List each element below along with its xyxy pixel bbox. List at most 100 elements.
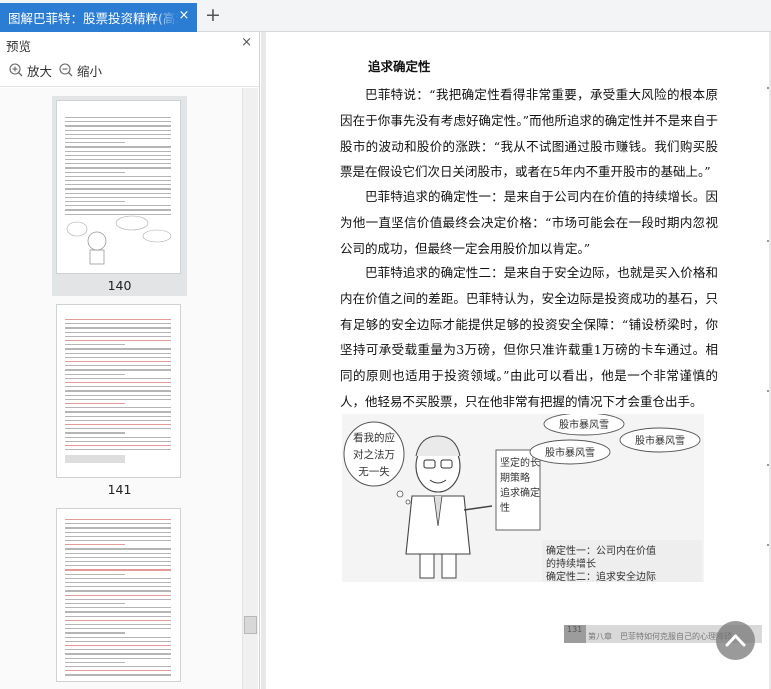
thumbnail-text-line xyxy=(65,205,171,207)
thumbnail-text-line xyxy=(65,365,171,367)
chevron-up-icon xyxy=(725,634,746,647)
thumbnail-text-line xyxy=(65,373,125,375)
thumbnail-text-line xyxy=(65,386,171,388)
bubble-line: 无一失 xyxy=(358,465,390,478)
strategy-line: 期策略 xyxy=(500,471,530,484)
thumbnail-text-line xyxy=(65,382,171,384)
document-page: 追求确定性 巴菲特说：“我把确定性看得非常重要，承受重大风险的根本原因在于你事先… xyxy=(266,32,769,689)
thumbnail-text-line xyxy=(65,607,171,609)
thumbnail-text-line xyxy=(65,436,171,438)
thumbnail-illustration xyxy=(66,215,172,265)
thumbnail-text-line xyxy=(65,184,171,186)
thumbnail-text-line xyxy=(65,133,171,136)
thumbnail-list: 140 141 142 xyxy=(0,88,242,689)
document-viewer[interactable]: 追求确定性 巴菲特说：“我把确定性看得非常重要，承受重大风险的根本原因在于你事先… xyxy=(261,32,771,689)
chapter-title: 第八章 巴菲特如何克服自己的心理障碍 xyxy=(588,631,732,641)
thumbnail-text-line xyxy=(65,674,171,676)
thumbnail-text-line xyxy=(65,670,171,672)
thumbnail-text-line xyxy=(65,415,171,417)
thumbnail-text-line xyxy=(65,577,171,580)
thumbnail-text-line xyxy=(65,432,125,434)
thumbnail-text-line xyxy=(65,440,171,443)
thumbnail-text-line xyxy=(65,411,171,413)
strategy-line: 追求确定 xyxy=(500,486,540,499)
thumbnail-text-line xyxy=(65,640,171,643)
thumbnail-text-line xyxy=(65,319,171,321)
zoom-out-button[interactable]: 缩小 xyxy=(59,60,102,80)
preview-panel: 预览 × 放大 缩小 140 141 xyxy=(0,32,260,689)
section-heading: 追求确定性 xyxy=(368,59,431,74)
zoom-in-label: 放大 xyxy=(27,63,53,79)
close-preview-icon[interactable]: × xyxy=(241,35,252,50)
thumbnail-text-line xyxy=(65,344,125,346)
thumbnail-text-line xyxy=(65,348,171,350)
thumbnail-text-line xyxy=(65,535,171,538)
thumbnail-text-line xyxy=(65,213,171,215)
thumbnail-text-line xyxy=(65,586,171,588)
scroll-marker xyxy=(767,544,769,546)
page-thumbnail[interactable]: 142 xyxy=(52,504,187,689)
thumbnail-text-line xyxy=(65,619,171,622)
thumbnail-text-line xyxy=(65,636,171,638)
thumbnail-text-line xyxy=(65,331,171,333)
thumbnail-text-line xyxy=(65,196,171,199)
thumbnail-text-line xyxy=(65,154,171,157)
thumbnail-text-line xyxy=(65,632,125,634)
scroll-marker xyxy=(767,240,769,242)
tab-bar: 图解巴菲特：股票投资精粹(高清 × + xyxy=(0,0,771,32)
thumbnail-text-line xyxy=(65,666,171,668)
thumbnail-image-block xyxy=(65,455,125,463)
thumbnail-text-line xyxy=(65,142,125,144)
preview-header: 预览 × xyxy=(0,32,260,54)
thumbnail-text-line xyxy=(65,209,171,211)
thumbnail-text-line xyxy=(65,138,171,140)
thumbnail-page-number: 141 xyxy=(107,482,132,497)
thumbnail-text-line xyxy=(65,419,171,422)
thumbnail-text-line xyxy=(65,611,171,613)
thumbnail-text-line xyxy=(65,531,171,533)
thumbnail-text-line xyxy=(65,449,171,451)
thumbnail-text-line xyxy=(65,129,171,131)
scroll-marker xyxy=(767,464,769,466)
thumbnail-text-line xyxy=(65,150,171,152)
thumbnail-text-line xyxy=(65,540,171,542)
paragraph: 巴菲特追求的确定性一：是来自于公司内在价值的持续增长。因为他一直坚信价值最终会决… xyxy=(340,189,718,256)
thumbnail-text-line xyxy=(65,352,171,354)
thumbnail-text-line xyxy=(65,582,171,584)
thumbnail-text-line xyxy=(65,356,171,359)
tab-title: 图解巴菲特：股票投资精粹(高清 xyxy=(8,11,179,26)
thumbnail-text-line xyxy=(65,544,125,546)
preview-scrollbar-thumb[interactable] xyxy=(244,616,257,634)
thumbnail-text-line xyxy=(65,569,171,571)
close-tab-icon[interactable]: × xyxy=(177,9,191,23)
new-tab-button[interactable]: + xyxy=(204,6,222,25)
page-thumbnail[interactable]: 140 xyxy=(52,96,187,296)
zoom-in-button[interactable]: 放大 xyxy=(9,60,52,80)
preview-title: 预览 xyxy=(6,39,32,54)
strategy-line: 坚定的长 xyxy=(500,456,540,469)
certainty-line: 确定性二：追求安全边际 xyxy=(546,570,656,582)
thumbnail-text-line xyxy=(65,340,171,342)
certainty-line: 确定性一：公司内在价值 xyxy=(546,544,656,557)
scroll-marker xyxy=(767,390,769,392)
thumbnail-text-line xyxy=(65,661,125,664)
thumbnail-text-line xyxy=(65,323,171,325)
page-thumbnail[interactable]: 141 xyxy=(52,300,187,500)
bubble-line: 对之法万 xyxy=(353,448,395,461)
storm-label: 股市暴风雪 xyxy=(635,434,685,447)
thumbnail-text-line xyxy=(65,192,171,194)
thumbnail-text-line xyxy=(65,403,125,405)
preview-scrollbar[interactable] xyxy=(242,88,258,689)
thumbnail-text-line xyxy=(65,556,171,559)
scroll-to-top-button[interactable] xyxy=(716,621,755,660)
thumbnail-text-line xyxy=(65,590,171,592)
thumbnail-text-line xyxy=(65,167,171,169)
zoom-toolbar: 放大 缩小 xyxy=(0,60,260,82)
thumbnail-text-line xyxy=(65,163,171,165)
thumbnail-text-line xyxy=(65,159,171,161)
thumbnail-text-line xyxy=(65,121,171,123)
thumbnail-text-line xyxy=(65,180,171,182)
thumbnail-text-line xyxy=(65,390,171,392)
document-tab[interactable]: 图解巴菲特：股票投资精粹(高清 × xyxy=(0,3,197,32)
zoom-out-label: 缩小 xyxy=(77,63,103,79)
